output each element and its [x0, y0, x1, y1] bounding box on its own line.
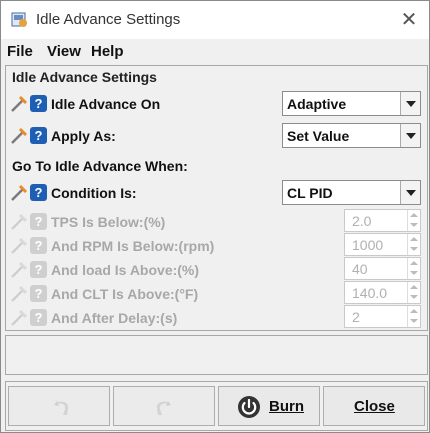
apply-as-select[interactable]: Set Value [282, 123, 421, 148]
status-area [5, 335, 428, 375]
wand-icon [11, 285, 28, 302]
section-label: Go To Idle Advance When: [12, 158, 188, 174]
load-spinner[interactable]: 40 [344, 257, 421, 280]
settings-panel: Idle Advance Settings ? Idle Advance On … [5, 65, 428, 331]
chevron-down-icon[interactable] [400, 92, 420, 115]
delay-value: 2 [352, 309, 360, 325]
wand-icon[interactable] [10, 184, 28, 202]
window-title: Idle Advance Settings [36, 11, 181, 28]
row-load: ? And load Is Above:(%) 40 [6, 257, 427, 283]
row-condition: ? Condition Is: CL PID [6, 180, 427, 206]
clt-spinner[interactable]: 140.0 [344, 281, 421, 304]
load-label: And load Is Above:(%) [51, 262, 200, 278]
help-icon[interactable]: ? [30, 184, 47, 201]
condition-value: CL PID [287, 185, 333, 201]
close-window-button[interactable]: ✕ [394, 5, 424, 35]
help-icon: ? [30, 237, 47, 254]
power-icon [238, 396, 260, 418]
help-icon: ? [30, 261, 47, 278]
spinner-arrows[interactable] [407, 210, 420, 231]
menu-bar: File View Help [1, 39, 429, 63]
tps-value: 2.0 [352, 213, 372, 229]
help-icon[interactable]: ? [30, 95, 47, 112]
row-clt: ? And CLT Is Above:(°F) 140.0 [6, 281, 427, 307]
burn-button[interactable]: Burn [218, 386, 320, 426]
help-icon: ? [30, 285, 47, 302]
apply-as-value: Set Value [287, 128, 350, 144]
help-icon: ? [30, 213, 47, 230]
spinner-arrows[interactable] [407, 306, 420, 327]
chevron-down-icon[interactable] [400, 124, 420, 147]
help-icon[interactable]: ? [30, 127, 47, 144]
app-icon [11, 12, 27, 27]
condition-select[interactable]: CL PID [282, 180, 421, 205]
title-bar: Idle Advance Settings ✕ [1, 1, 429, 39]
row-tps: ? TPS Is Below:(%) 2.0 [6, 209, 427, 235]
wand-icon[interactable] [10, 127, 28, 145]
wand-icon [11, 261, 28, 278]
row-delay: ? And After Delay:(s) 2 [6, 305, 427, 331]
rpm-value: 1000 [352, 237, 384, 253]
redo-icon [156, 401, 171, 415]
delay-spinner[interactable]: 2 [344, 305, 421, 328]
row-idle-advance-on: ? Idle Advance On Adaptive [6, 91, 427, 117]
idle-advance-on-select[interactable]: Adaptive [282, 91, 421, 116]
chevron-down-icon[interactable] [400, 181, 420, 204]
spinner-arrows[interactable] [407, 234, 420, 255]
delay-label: And After Delay:(s) [51, 310, 178, 326]
spinner-arrows[interactable] [407, 282, 420, 303]
clt-value: 140.0 [352, 285, 388, 301]
panel-title: Idle Advance Settings [12, 69, 157, 85]
close-label: Close [354, 398, 395, 415]
rpm-spinner[interactable]: 1000 [344, 233, 421, 256]
undo-button[interactable] [8, 386, 110, 426]
close-button[interactable]: Close [323, 386, 425, 426]
load-value: 40 [352, 261, 368, 277]
undo-icon [54, 401, 69, 415]
spinner-arrows[interactable] [407, 258, 420, 279]
condition-label: Condition Is: [51, 185, 137, 201]
button-bar: Burn Close [5, 381, 428, 431]
wand-icon[interactable] [10, 95, 28, 113]
dialog-window: Idle Advance Settings ✕ File View Help I… [0, 0, 430, 433]
rpm-label: And RPM Is Below:(rpm) [51, 238, 215, 254]
wand-icon [11, 213, 28, 230]
menu-view[interactable]: View [47, 43, 81, 60]
apply-as-label: Apply As: [51, 128, 116, 144]
help-icon: ? [30, 309, 47, 326]
redo-button[interactable] [113, 386, 215, 426]
tps-spinner[interactable]: 2.0 [344, 209, 421, 232]
burn-label: Burn [269, 398, 304, 415]
menu-help[interactable]: Help [91, 43, 124, 60]
menu-file[interactable]: File [7, 43, 33, 60]
row-rpm: ? And RPM Is Below:(rpm) 1000 [6, 233, 427, 259]
idle-advance-on-label: Idle Advance On [51, 96, 161, 112]
wand-icon [11, 237, 28, 254]
wand-icon [11, 309, 28, 326]
idle-advance-on-value: Adaptive [287, 96, 347, 112]
clt-label: And CLT Is Above:(°F) [51, 286, 199, 302]
tps-label: TPS Is Below:(%) [51, 214, 166, 230]
row-apply-as: ? Apply As: Set Value [6, 123, 427, 149]
